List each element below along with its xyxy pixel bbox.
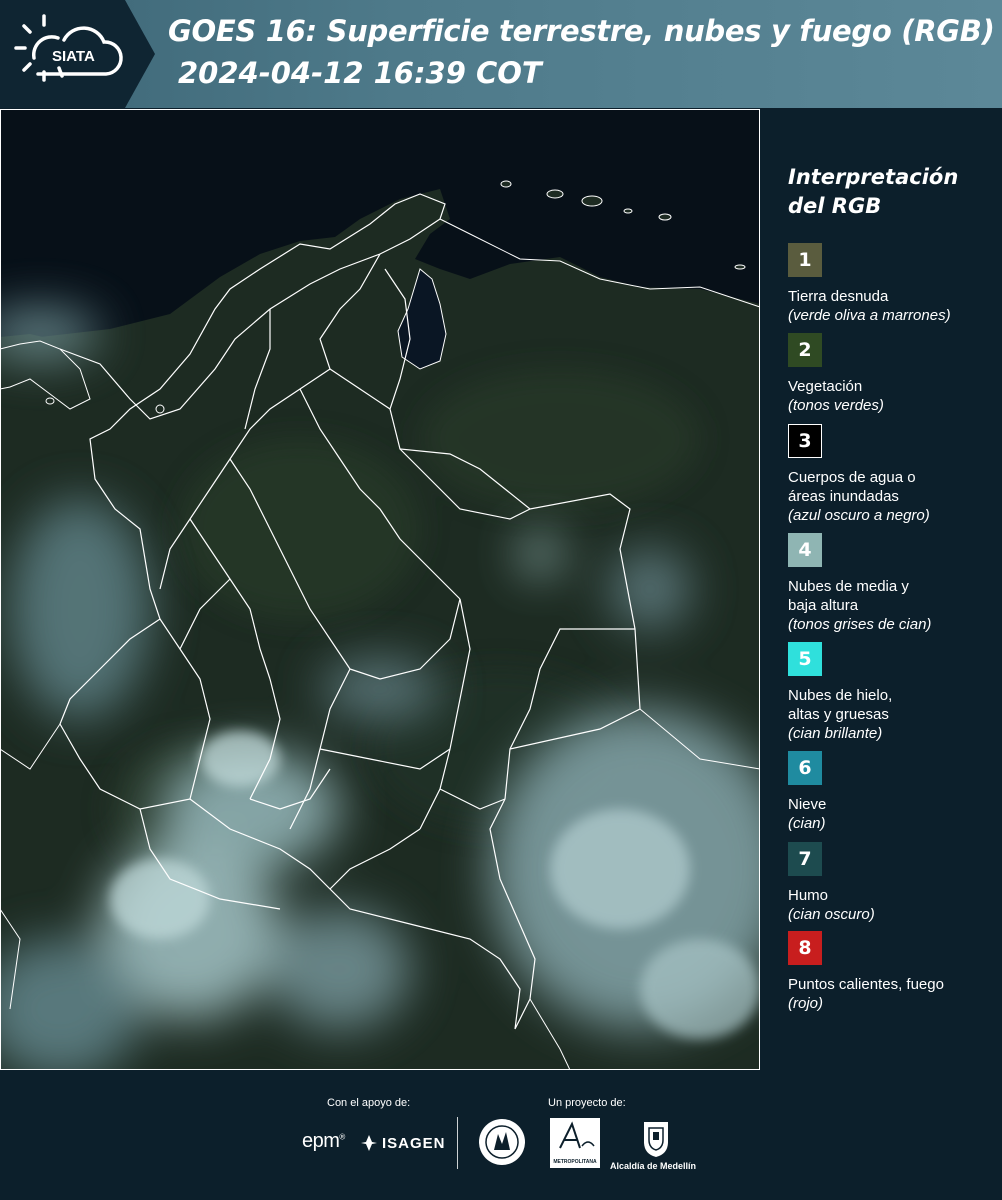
legend-item-ice-clouds: 5 Nubes de hielo, altas y gruesas (cian … bbox=[788, 642, 998, 743]
legend-item-smoke: 7 Humo (cian oscuro) bbox=[788, 842, 998, 924]
legend-item-label: Cuerpos de agua o áreas inundadas bbox=[788, 469, 916, 505]
legend-item-desc: (tonos grises de cian) bbox=[788, 616, 932, 633]
legend-item-desc: (azul oscuro a negro) bbox=[788, 507, 930, 524]
legend-item-desc: (cian) bbox=[788, 815, 826, 832]
legend-title: Interpretación del RGB bbox=[788, 165, 959, 218]
legend-swatch-8: 8 bbox=[788, 931, 822, 965]
legend-swatch-4: 4 bbox=[788, 533, 822, 567]
legend-item-bare-land: 1 Tierra desnuda (verde oliva a marrones… bbox=[788, 243, 998, 325]
epm-logo-text: epm bbox=[302, 1130, 340, 1152]
legend-item-vegetation: 2 Vegetación (tonos verdes) bbox=[788, 333, 998, 415]
epm-logo: epm® bbox=[302, 1130, 345, 1152]
footer-divider bbox=[457, 1117, 458, 1169]
legend-item-desc: (verde oliva a marrones) bbox=[788, 307, 951, 324]
siata-logo-text: SIATA bbox=[52, 48, 95, 65]
legend-item-desc: (cian oscuro) bbox=[788, 906, 875, 923]
legend-item-label: Vegetación bbox=[788, 378, 863, 395]
area-metropolitana-logo: METROPOLITANA bbox=[550, 1118, 600, 1168]
satellite-map bbox=[0, 109, 775, 1070]
legend-item-label: Nieve bbox=[788, 796, 827, 813]
legend-item-desc: (tonos verdes) bbox=[788, 397, 884, 414]
satellite-map-image bbox=[0, 109, 775, 1070]
alcaldia-shield-icon bbox=[644, 1122, 668, 1157]
timestamp: 2024-04-12 16:39 COT bbox=[178, 56, 542, 90]
page-title: GOES 16: Superficie terrestre, nubes y f… bbox=[168, 14, 995, 48]
project-label: Un proyecto de: bbox=[548, 1097, 626, 1109]
legend-item-low-clouds: 4 Nubes de media y baja altura (tonos gr… bbox=[788, 533, 998, 634]
legend-swatch-3: 3 bbox=[788, 424, 822, 458]
isagen-logo: ISAGEN bbox=[360, 1132, 446, 1154]
legend-item-label: Nubes de media y baja altura bbox=[788, 578, 909, 614]
legend-item-label: Humo bbox=[788, 887, 829, 904]
legend-item-fire: 8 Puntos calientes, fuego (rojo) bbox=[788, 931, 998, 1013]
footer: Con el apoyo de: Un proyecto de: epm® IS… bbox=[0, 1070, 1002, 1200]
legend-item-snow: 6 Nieve (cian) bbox=[788, 751, 998, 833]
legend-item-water: 3 Cuerpos de agua o áreas inundadas (azu… bbox=[788, 424, 998, 525]
legend-item-desc: (cian brillante) bbox=[788, 725, 883, 742]
medellin-seal-icon bbox=[479, 1119, 525, 1165]
legend-swatch-6: 6 bbox=[788, 751, 822, 785]
siata-sun-cloud-icon: SIATA bbox=[14, 14, 123, 82]
isagen-logo-text: ISAGEN bbox=[382, 1134, 446, 1152]
legend-panel: Interpretación del RGB 1 Tierra desnuda … bbox=[760, 109, 1002, 1070]
support-label: Con el apoyo de: bbox=[327, 1097, 411, 1109]
legend-swatch-2: 2 bbox=[788, 333, 822, 367]
legend-item-label: Nubes de hielo, altas y gruesas bbox=[788, 687, 893, 723]
isagen-icon bbox=[361, 1135, 377, 1151]
legend-swatch-7: 7 bbox=[788, 842, 822, 876]
legend-swatch-5: 5 bbox=[788, 642, 822, 676]
alcaldia-text: Alcaldía de Medellín bbox=[610, 1161, 697, 1171]
legend-item-label: Tierra desnuda bbox=[788, 288, 889, 305]
header: SIATA GOES 16: Superficie terrestre, nub… bbox=[0, 0, 1002, 108]
area-metropolitana-text: METROPOLITANA bbox=[553, 1159, 597, 1165]
legend-item-desc: (rojo) bbox=[788, 995, 824, 1012]
legend-swatch-1: 1 bbox=[788, 243, 822, 277]
legend-item-label: Puntos calientes, fuego bbox=[788, 976, 944, 993]
siata-logo: SIATA bbox=[0, 0, 155, 108]
area-metropolitana-icon bbox=[559, 1121, 595, 1149]
